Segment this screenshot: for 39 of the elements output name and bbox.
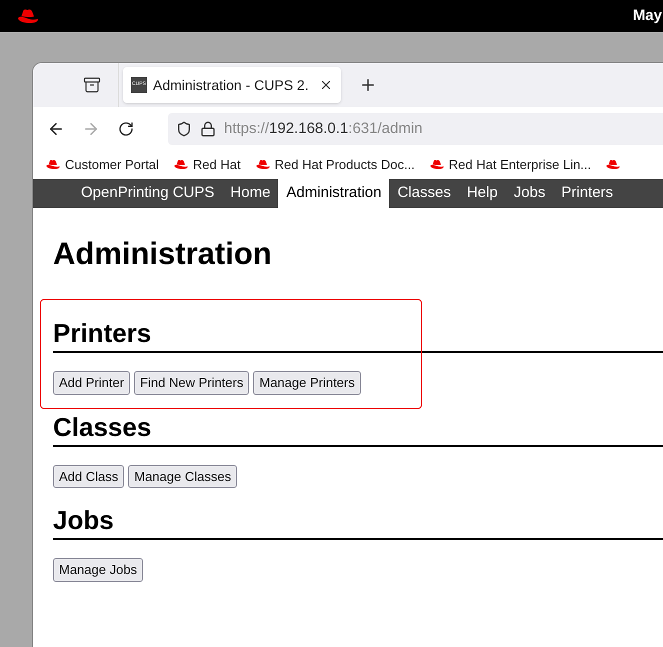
nav-link[interactable]: Classes: [389, 179, 459, 208]
action-button[interactable]: Find New Printers: [134, 371, 250, 394]
bookmark[interactable]: Red Hat Enterprise Lin...: [428, 155, 592, 175]
action-button[interactable]: Add Class: [53, 464, 124, 488]
nav-link[interactable]: Jobs: [506, 179, 554, 208]
bookmark[interactable]: Red Hat: [172, 155, 241, 175]
page-title: Administration: [53, 238, 273, 269]
hat-icon: [605, 159, 622, 171]
bookmark[interactable]: Red Hat Products Doc...: [254, 155, 415, 175]
section-heading: Classes: [53, 410, 663, 446]
bookmark[interactable]: [605, 159, 622, 171]
action-button[interactable]: Manage Printers: [253, 371, 361, 394]
action-button[interactable]: Manage Classes: [128, 464, 238, 488]
section-heading: Printers: [53, 317, 663, 353]
back-icon[interactable]: [47, 120, 65, 138]
hat-icon: [172, 159, 189, 171]
hat-icon: [254, 159, 271, 171]
nav-link[interactable]: Administration: [278, 179, 390, 208]
section-heading: Jobs: [53, 504, 663, 540]
tab-title: Administration - CUPS 2.: [153, 76, 310, 94]
nav-link[interactable]: Home: [222, 179, 278, 208]
clock: May: [632, 6, 662, 26]
nav-link[interactable]: Printers: [553, 179, 622, 208]
bookmark[interactable]: Customer Portal: [45, 155, 159, 175]
action-button[interactable]: Manage Jobs: [53, 558, 144, 582]
new-tab-icon[interactable]: [359, 76, 377, 94]
url-text: https://192.168.0.1:631/admin: [224, 118, 422, 139]
hat-icon: [45, 159, 61, 171]
close-icon[interactable]: [319, 78, 333, 92]
action-button[interactable]: Add Printer: [53, 371, 130, 394]
address-field[interactable]: https://192.168.0.1:631/admin: [168, 113, 663, 145]
tab-overview-icon[interactable]: [82, 76, 100, 94]
hat-icon: [428, 159, 445, 171]
shield-icon[interactable]: [176, 121, 192, 137]
hat-logo-icon: [16, 8, 40, 24]
lock-icon[interactable]: [200, 121, 216, 137]
reload-icon[interactable]: [118, 121, 134, 137]
nav-link[interactable]: Help: [458, 179, 506, 208]
nav-link[interactable]: OpenPrinting CUPS: [73, 179, 222, 208]
